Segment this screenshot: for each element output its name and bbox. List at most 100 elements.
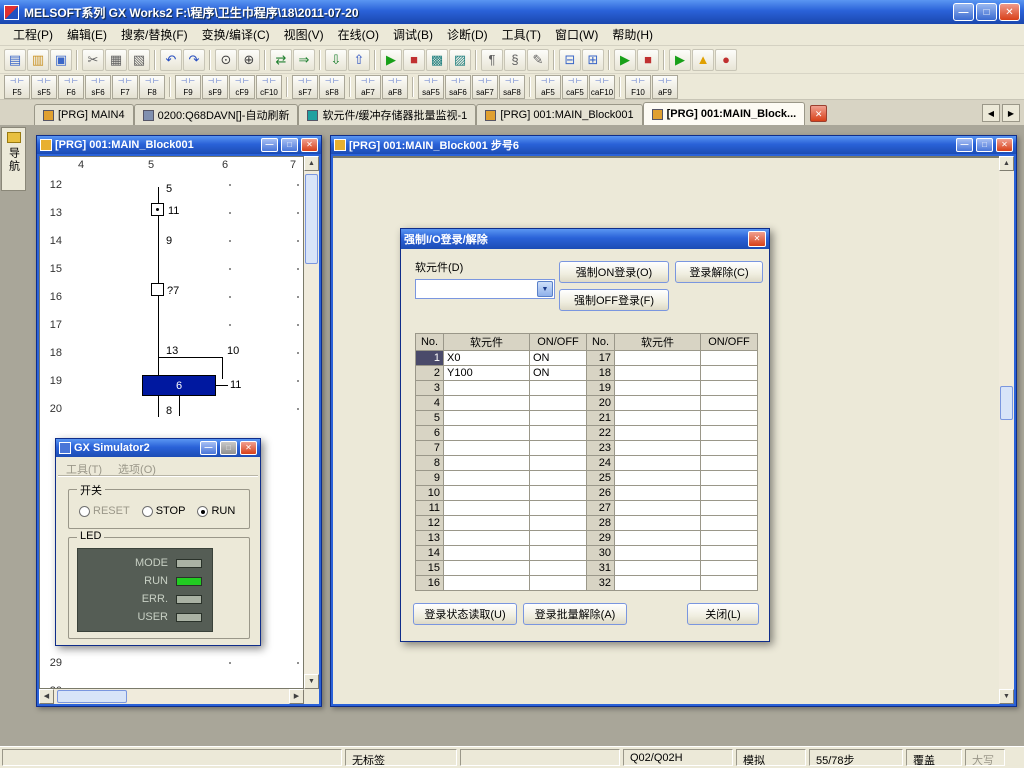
sfc-selected-step[interactable]: 6 <box>142 375 216 396</box>
forced-io-row[interactable]: 824 <box>416 456 758 471</box>
read-register-status-button[interactable]: 登录状态读取(U) <box>413 603 517 625</box>
warning-icon[interactable]: ▲ <box>692 49 714 71</box>
sfc-window-title-bar[interactable]: [PRG] 001:MAIN_Block001 — □ ✕ <box>37 136 321 154</box>
forced-io-row[interactable]: 1531 <box>416 561 758 576</box>
value-cell[interactable] <box>701 396 758 411</box>
row-number-cell[interactable]: 13 <box>416 531 444 546</box>
row-number-cell[interactable]: 15 <box>416 561 444 576</box>
value-cell[interactable]: ON <box>530 351 587 366</box>
value-cell[interactable] <box>444 456 530 471</box>
error-info-icon[interactable]: ● <box>715 49 737 71</box>
key-f10-button[interactable]: ⊣ ⊢F10 <box>625 75 651 99</box>
navigation-side-tab[interactable]: 导航 <box>1 127 26 191</box>
menu-item[interactable]: 搜索/替换(F) <box>114 23 195 46</box>
batch-cancel-button[interactable]: 登录批量解除(A) <box>523 603 627 625</box>
row-number-cell[interactable]: 21 <box>587 411 615 426</box>
menu-item[interactable]: 工具(T) <box>495 23 548 46</box>
value-cell[interactable] <box>615 351 701 366</box>
value-cell[interactable] <box>444 426 530 441</box>
menu-item[interactable]: 诊断(D) <box>440 23 495 46</box>
value-cell[interactable] <box>444 396 530 411</box>
close-button[interactable]: ✕ <box>301 138 318 152</box>
menu-item[interactable]: 变换/编译(C) <box>195 23 277 46</box>
row-number-cell[interactable]: 29 <box>587 531 615 546</box>
forced-io-row[interactable]: 1228 <box>416 516 758 531</box>
open-project-icon[interactable]: ▥ <box>27 49 49 71</box>
write-to-plc-icon[interactable]: ⇩ <box>325 49 347 71</box>
value-cell[interactable] <box>444 441 530 456</box>
key-f5-button[interactable]: ⊣ ⊢F5 <box>4 75 30 99</box>
menu-item[interactable]: 工程(P) <box>6 23 60 46</box>
radio-stop[interactable]: STOP <box>142 505 186 517</box>
forced-io-row[interactable]: 622 <box>416 426 758 441</box>
row-number-cell[interactable]: 27 <box>587 501 615 516</box>
forced-io-row[interactable]: 521 <box>416 411 758 426</box>
row-number-cell[interactable]: 20 <box>587 396 615 411</box>
value-cell[interactable] <box>444 501 530 516</box>
key-sf7-button[interactable]: ⊣ ⊢sF7 <box>292 75 318 99</box>
forced-io-row[interactable]: 1X0ON17 <box>416 351 758 366</box>
key-sf8-button[interactable]: ⊣ ⊢sF8 <box>319 75 345 99</box>
simulator-title-bar[interactable]: GX Simulator2 — □ ✕ <box>56 439 260 457</box>
value-cell[interactable] <box>530 396 587 411</box>
value-cell[interactable] <box>615 486 701 501</box>
value-cell[interactable] <box>530 381 587 396</box>
undo-icon[interactable]: ↶ <box>160 49 182 71</box>
forced-io-row[interactable]: 925 <box>416 471 758 486</box>
key-saf5-button[interactable]: ⊣ ⊢saF5 <box>418 75 444 99</box>
scroll-up-icon[interactable]: ▲ <box>999 156 1014 171</box>
key-sf6-button[interactable]: ⊣ ⊢sF6 <box>85 75 111 99</box>
value-cell[interactable] <box>615 456 701 471</box>
forced-io-row[interactable]: 1026 <box>416 486 758 501</box>
menu-item[interactable]: 窗口(W) <box>548 23 605 46</box>
row-number-cell[interactable]: 6 <box>416 426 444 441</box>
minimize-button[interactable]: — <box>261 138 278 152</box>
forced-io-row[interactable]: 420 <box>416 396 758 411</box>
row-number-cell[interactable]: 10 <box>416 486 444 501</box>
comment-display-icon[interactable]: ¶ <box>481 49 503 71</box>
vertical-scrollbar[interactable]: ▲ ▼ <box>999 156 1014 704</box>
convert-icon[interactable]: ⇄ <box>270 49 292 71</box>
close-button[interactable]: ✕ <box>996 138 1013 152</box>
sfc-step-box[interactable] <box>151 203 164 216</box>
row-number-cell[interactable]: 25 <box>587 471 615 486</box>
statement-display-icon[interactable]: § <box>504 49 526 71</box>
row-number-cell[interactable]: 23 <box>587 441 615 456</box>
force-off-register-button[interactable]: 强制OFF登录(F) <box>559 289 669 311</box>
close-button[interactable]: ✕ <box>999 3 1020 21</box>
ladder-editor-canvas[interactable]: [DMOVP K0 D2528 ] c [RST Y108 ][RST Y15B… <box>333 156 1014 158</box>
key-saf7-button[interactable]: ⊣ ⊢saF7 <box>472 75 498 99</box>
value-cell[interactable] <box>701 426 758 441</box>
key-f6-button[interactable]: ⊣ ⊢F6 <box>58 75 84 99</box>
document-tab[interactable]: 软元件/缓冲存储器批量监视-1 <box>298 104 476 125</box>
value-cell[interactable] <box>701 366 758 381</box>
value-cell[interactable] <box>530 576 587 591</box>
value-cell[interactable] <box>701 441 758 456</box>
close-button[interactable]: ✕ <box>240 441 257 455</box>
copy-icon[interactable]: ▦ <box>105 49 127 71</box>
forced-io-row[interactable]: 13 29 <box>416 531 758 546</box>
value-cell[interactable] <box>615 381 701 396</box>
value-cell[interactable] <box>701 411 758 426</box>
value-cell[interactable] <box>701 546 758 561</box>
paste-icon[interactable]: ▧ <box>128 49 150 71</box>
run-mode-icon[interactable]: ▶ <box>669 49 691 71</box>
note-display-icon[interactable]: ✎ <box>527 49 549 71</box>
value-cell[interactable] <box>444 471 530 486</box>
dialog-close-button[interactable]: 关闭(L) <box>687 603 759 625</box>
redo-icon[interactable]: ↷ <box>183 49 205 71</box>
value-cell[interactable] <box>615 531 701 546</box>
document-tab[interactable]: [PRG] 001:MAIN_Block... <box>643 102 806 125</box>
ladder-window-title-bar[interactable]: [PRG] 001:MAIN_Block001 步号6 — □ ✕ <box>331 136 1016 154</box>
row-number-cell[interactable]: 32 <box>587 576 615 591</box>
key-cf10-button[interactable]: ⊣ ⊢cF10 <box>256 75 282 99</box>
value-cell[interactable] <box>701 561 758 576</box>
value-cell[interactable] <box>701 531 758 546</box>
force-on-register-button[interactable]: 强制ON登录(O) <box>559 261 669 283</box>
value-cell[interactable] <box>444 381 530 396</box>
save-project-icon[interactable]: ▣ <box>50 49 72 71</box>
row-number-cell[interactable]: 30 <box>587 546 615 561</box>
value-cell[interactable] <box>701 471 758 486</box>
value-cell[interactable] <box>701 516 758 531</box>
forced-io-row[interactable]: 1430 <box>416 546 758 561</box>
